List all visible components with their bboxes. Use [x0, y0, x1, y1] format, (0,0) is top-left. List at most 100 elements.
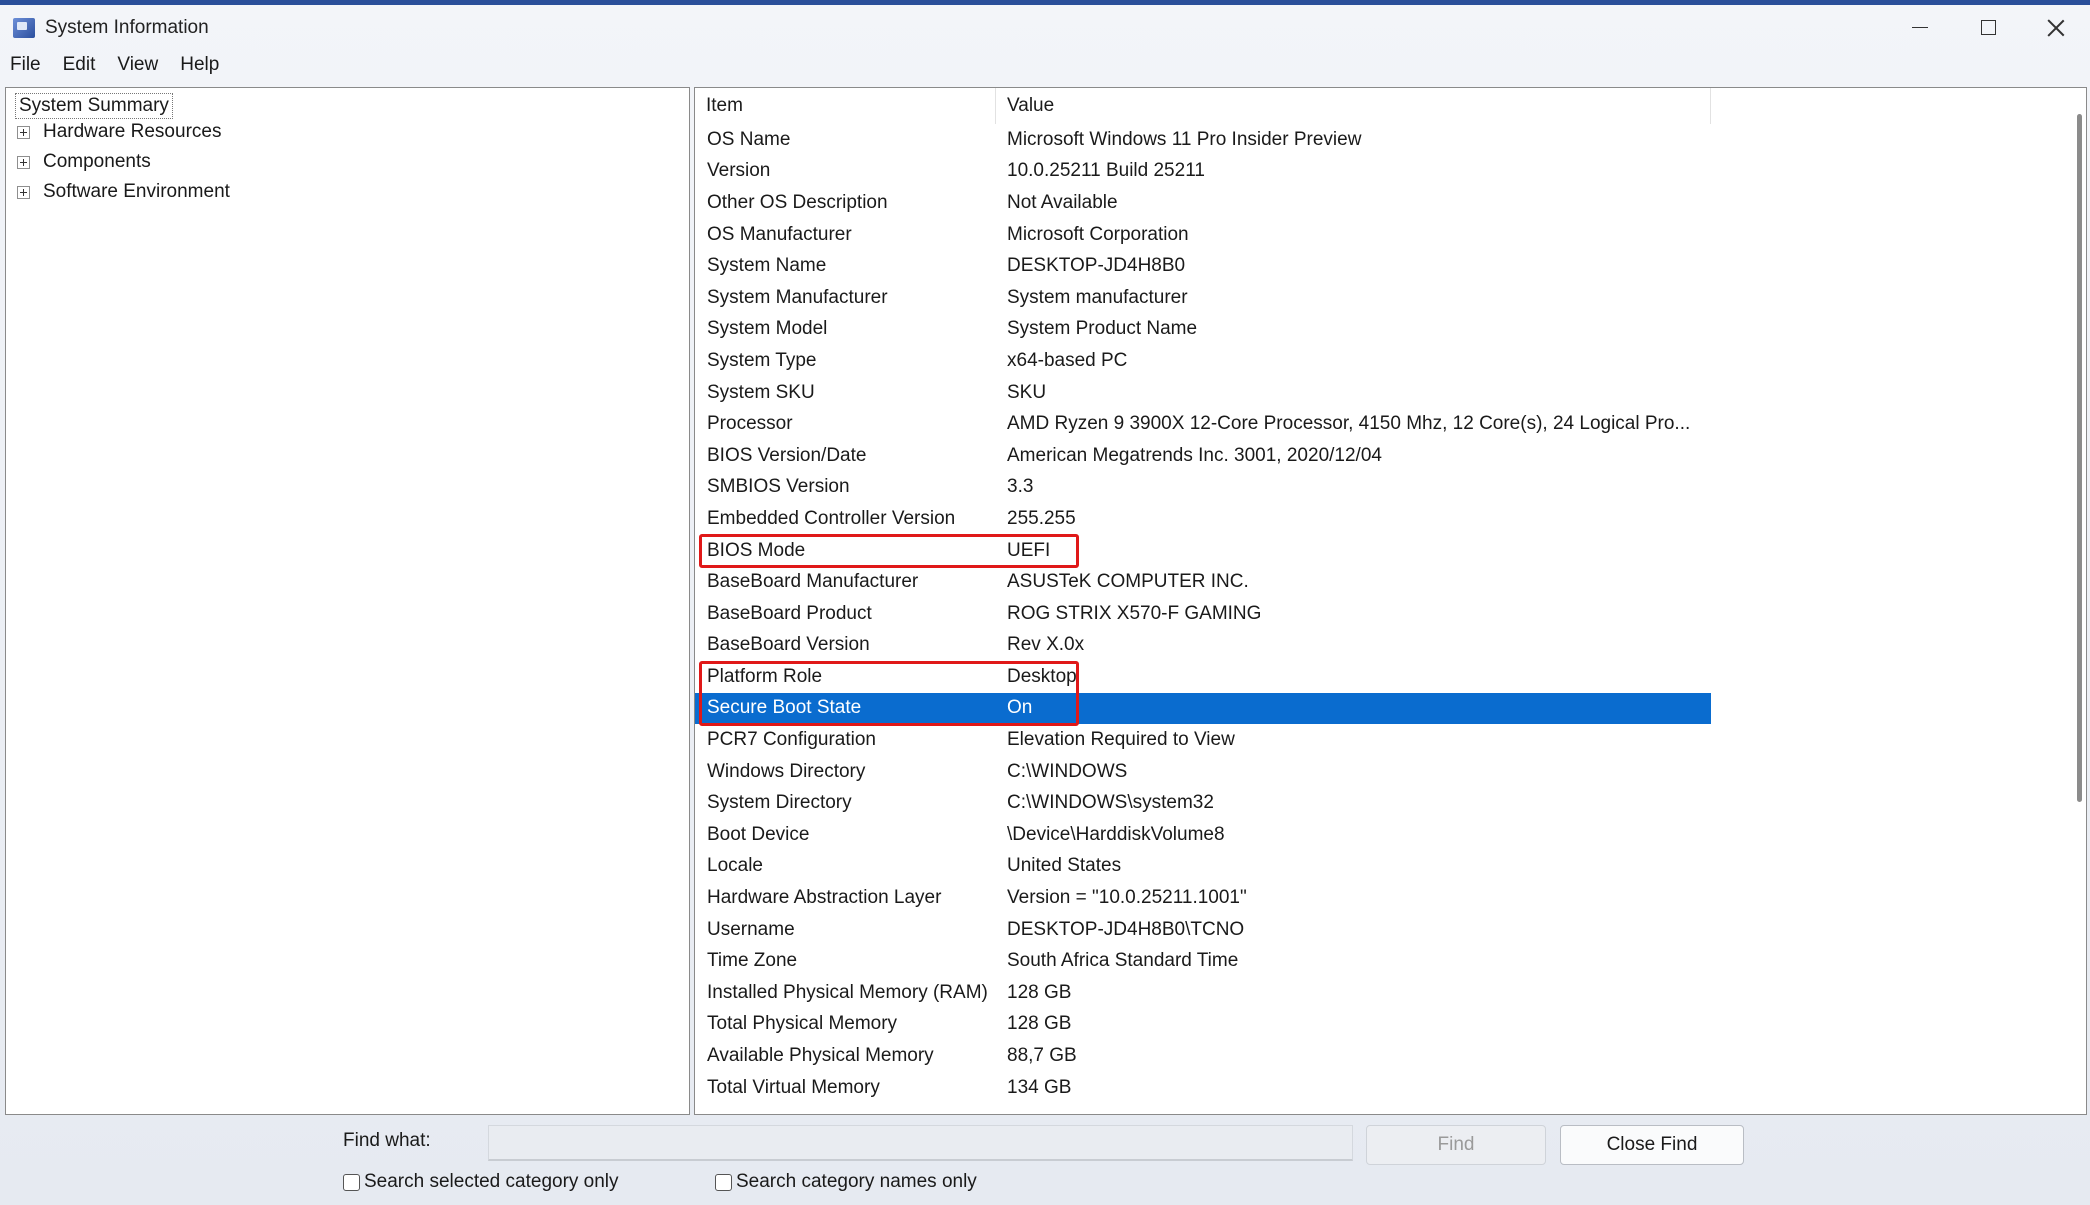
cell-value: System Product Name [1007, 318, 1198, 340]
cell-value: 128 GB [1007, 1013, 1072, 1035]
minimize-icon [1912, 26, 1928, 29]
cell-value: C:\WINDOWS\system32 [1007, 792, 1214, 814]
table-row[interactable]: Locale United States [695, 851, 1711, 883]
table-row[interactable]: Platform Role Desktop [695, 661, 1711, 693]
cell-item: Processor [707, 413, 793, 435]
search-selected-category-option[interactable]: Search selected category only [343, 1171, 619, 1193]
system-information-app-icon[interactable] [13, 17, 35, 38]
table-row[interactable]: System Name DESKTOP-JD4H8B0 [695, 250, 1711, 282]
table-row[interactable]: System Manufacturer System manufacturer [695, 282, 1711, 314]
cell-item: BaseBoard Version [707, 634, 870, 656]
table-row[interactable]: System Type x64-based PC [695, 345, 1711, 377]
cell-value: x64-based PC [1007, 349, 1128, 371]
cell-item: Username [707, 918, 795, 940]
column-header-item[interactable]: Item [695, 88, 996, 124]
details-list[interactable]: Item Value OS Name Microsoft Windows 11 P… [694, 87, 2087, 1115]
cell-item: Windows Directory [707, 760, 866, 782]
table-row[interactable]: System SKU SKU [695, 377, 1711, 409]
cell-item: System Model [707, 318, 828, 340]
table-row[interactable]: PCR7 Configuration Elevation Required to … [695, 724, 1711, 756]
cell-item: Hardware Abstraction Layer [707, 887, 942, 909]
menu-file[interactable]: File [0, 54, 53, 76]
category-tree[interactable]: System Summary Hardware Resources Compon… [5, 87, 690, 1115]
table-row[interactable]: Version 10.0.25211 Build 25211 [695, 156, 1711, 188]
tree-item-hardware-resources[interactable]: Hardware Resources [17, 121, 221, 143]
search-category-names-option[interactable]: Search category names only [715, 1171, 977, 1193]
table-row[interactable]: Windows Directory C:\WINDOWS [695, 756, 1711, 788]
table-row[interactable]: Installed Physical Memory (RAM) 128 GB [695, 977, 1711, 1009]
table-row[interactable]: Available Physical Memory 88,7 GB [695, 1040, 1711, 1072]
table-row[interactable]: BaseBoard Version Rev X.0x [695, 630, 1711, 662]
table-row[interactable]: Embedded Controller Version 255.255 [695, 503, 1711, 535]
cell-value: Elevation Required to View [1007, 729, 1235, 751]
table-row[interactable]: System Model System Product Name [695, 314, 1711, 346]
table-row[interactable]: Hardware Abstraction Layer Version = "10.… [695, 882, 1711, 914]
cell-item: System Directory [707, 792, 852, 814]
cell-item: BaseBoard Manufacturer [707, 571, 919, 593]
table-row[interactable]: Secure Boot State On [695, 692, 1711, 725]
search-selected-category-label: Search selected category only [364, 1171, 619, 1192]
cell-item: System Manufacturer [707, 286, 888, 308]
tree-item-system-summary[interactable]: System Summary [15, 93, 173, 119]
maximize-button[interactable] [1954, 5, 2022, 50]
table-row[interactable]: Boot Device \Device\HarddiskVolume8 [695, 819, 1711, 851]
cell-value: 88,7 GB [1007, 1045, 1077, 1067]
close-button[interactable] [2022, 5, 2090, 50]
cell-item: BaseBoard Product [707, 602, 872, 624]
table-row[interactable]: OS Name Microsoft Windows 11 Pro Insider … [695, 124, 1711, 156]
table-row[interactable]: Processor AMD Ryzen 9 3900X 12-Core Proce… [695, 408, 1711, 440]
title-bar[interactable]: System Information [0, 5, 2090, 50]
minimize-button[interactable] [1886, 5, 1954, 50]
cell-item: SMBIOS Version [707, 476, 850, 498]
table-row[interactable]: Other OS Description Not Available [695, 187, 1711, 219]
expand-plus-icon[interactable] [17, 155, 30, 169]
menu-edit[interactable]: Edit [53, 54, 108, 76]
window-controls [1886, 5, 2090, 50]
menu-help[interactable]: Help [170, 54, 231, 76]
table-row[interactable]: SMBIOS Version 3.3 [695, 472, 1711, 504]
table-row[interactable]: BaseBoard Manufacturer ASUSTeK COMPUTER I… [695, 566, 1711, 598]
table-row[interactable]: System Directory C:\WINDOWS\system32 [695, 787, 1711, 819]
menu-view[interactable]: View [107, 54, 170, 76]
cell-value: SKU [1007, 381, 1047, 403]
cell-value: 10.0.25211 Build 25211 [1007, 160, 1205, 182]
table-row[interactable]: Time Zone South Africa Standard Time [695, 945, 1711, 977]
system-information-window: System Information File Edit View Help S… [0, 0, 2090, 1205]
cell-item: Version [707, 160, 771, 182]
expand-plus-icon[interactable] [17, 125, 30, 139]
cell-value: South Africa Standard Time [1007, 950, 1239, 972]
cell-value: Desktop [1007, 665, 1077, 687]
cell-item: System Type [707, 349, 817, 371]
find-button[interactable]: Find [1366, 1125, 1546, 1165]
expand-plus-icon[interactable] [17, 185, 30, 199]
cell-item: Locale [707, 855, 763, 877]
search-selected-category-checkbox[interactable] [343, 1173, 360, 1191]
table-row[interactable]: BIOS Mode UEFI [695, 535, 1711, 567]
vertical-scrollbar[interactable] [2077, 114, 2082, 802]
table-row[interactable]: Total Physical Memory 128 GB [695, 1009, 1711, 1041]
tree-item-label: Hardware Resources [43, 121, 222, 142]
table-row[interactable]: BIOS Version/Date American Megatrends Inc… [695, 440, 1711, 472]
tree-item-label: Software Environment [43, 181, 230, 202]
cell-value: \Device\HarddiskVolume8 [1007, 823, 1225, 845]
tree-item-components[interactable]: Components [17, 151, 151, 173]
cell-item: Total Physical Memory [707, 1013, 898, 1035]
cell-item: System Name [707, 255, 827, 277]
tree-item-label: Components [43, 151, 151, 172]
column-header-value[interactable]: Value [996, 88, 1711, 124]
find-what-label: Find what: [343, 1130, 431, 1151]
table-row[interactable]: Username DESKTOP-JD4H8B0\TCNO [695, 914, 1711, 946]
table-row[interactable]: Total Virtual Memory 134 GB [695, 1072, 1711, 1104]
search-category-names-checkbox[interactable] [715, 1173, 732, 1191]
tree-item-software-environment[interactable]: Software Environment [17, 181, 230, 203]
cell-value: Microsoft Corporation [1007, 223, 1189, 245]
cell-item: Time Zone [707, 950, 798, 972]
cell-item: Total Virtual Memory [707, 1076, 880, 1098]
cell-value: United States [1007, 855, 1122, 877]
find-what-input[interactable] [488, 1125, 1353, 1161]
cell-value: On [1007, 697, 1033, 719]
table-row[interactable]: BaseBoard Product ROG STRIX X570-F GAMING [695, 598, 1711, 630]
table-row[interactable]: OS Manufacturer Microsoft Corporation [695, 219, 1711, 251]
close-find-button[interactable]: Close Find [1560, 1125, 1744, 1165]
cell-value: 134 GB [1007, 1076, 1072, 1098]
